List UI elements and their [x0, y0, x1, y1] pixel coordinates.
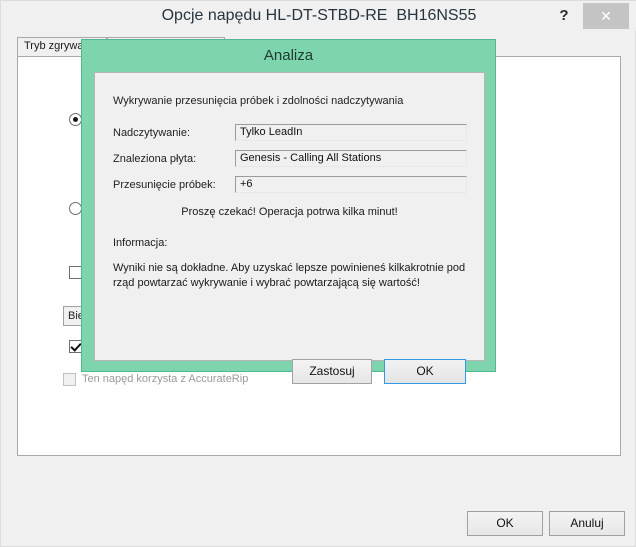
info-label: Informacja:	[113, 237, 168, 249]
help-icon[interactable]: ?	[546, 1, 582, 31]
window-titlebar: Opcje napędu HL-DT-STBD-RE BH16NS55 ? ✕	[1, 1, 636, 31]
dialog-ok-button[interactable]: OK	[384, 359, 466, 384]
close-icon[interactable]: ✕	[583, 3, 629, 29]
ok-button[interactable]: OK	[467, 511, 543, 536]
overread-label: Nadczytywanie:	[113, 127, 191, 139]
wait-message: Proszę czekać! Operacja potrwa kilka min…	[181, 206, 398, 218]
overread-value: Tylko LeadIn	[235, 124, 467, 141]
analiza-heading: Wykrywanie przesunięcia próbek i zdolnoś…	[113, 95, 404, 107]
found-disc-value: Genesis - Calling All Stations	[235, 150, 467, 167]
apply-button[interactable]: Zastosuj	[292, 359, 372, 384]
drive-options-window: Opcje napędu HL-DT-STBD-RE BH16NS55 ? ✕ …	[0, 0, 636, 547]
sample-offset-label: Przesunięcie próbek:	[113, 179, 216, 191]
bg-checkbox-accuraterip-label: Ten napęd korzysta z AccurateRip	[82, 373, 249, 385]
bg-checkbox-accuraterip[interactable]	[63, 373, 76, 386]
sample-offset-value: +6	[235, 176, 467, 193]
info-text: Wyniki nie są dokładne. Aby uzyskać leps…	[113, 262, 466, 289]
cancel-button[interactable]: Anuluj	[549, 511, 625, 536]
analiza-dialog-title: Analiza	[263, 47, 314, 64]
window-title: Opcje napędu HL-DT-STBD-RE BH16NS55	[161, 7, 477, 24]
analiza-dialog: Analiza Wykrywanie przesunięcia próbek i…	[81, 39, 496, 384]
analiza-dialog-body: Wykrywanie przesunięcia próbek i zdolnoś…	[94, 72, 485, 384]
found-disc-label: Znaleziona płyta:	[113, 153, 197, 165]
